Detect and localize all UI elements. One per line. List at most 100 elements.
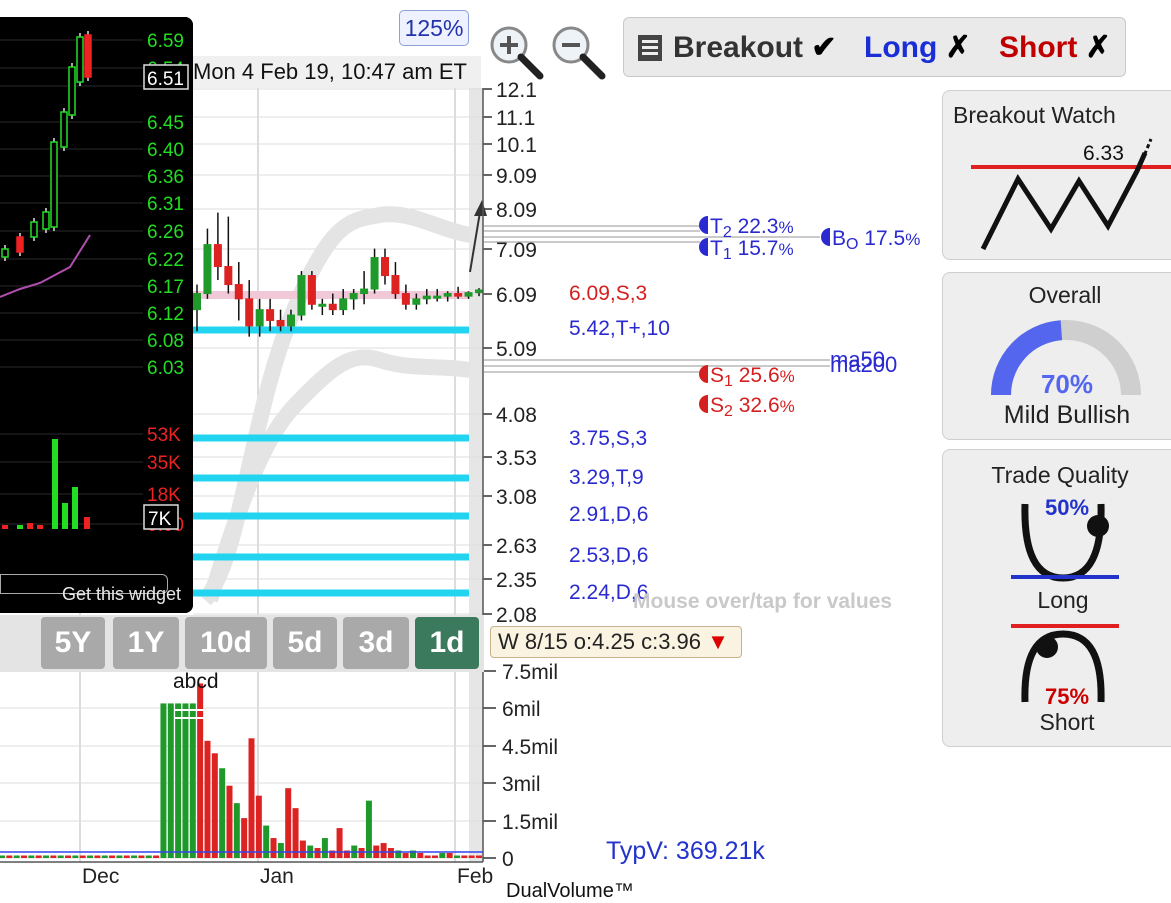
volume-bar <box>285 788 292 858</box>
trade-quality-panel[interactable]: Trade Quality 50% Long 75% Short <box>942 449 1171 747</box>
volume-bar <box>94 855 101 858</box>
candle-body <box>276 319 285 327</box>
breakout-check-icon: ✔ <box>811 31 837 64</box>
candle-body <box>245 298 254 327</box>
widget-volume-tick: 18K <box>147 485 181 506</box>
long-quality-label: Long <box>1037 587 1089 613</box>
candle-body <box>443 293 452 297</box>
zoom-in-icon[interactable] <box>487 24 545 82</box>
target-labels: T2 22.3%T1 15.7% BO 17.5%S1 25.6%S2 32.6%… <box>699 215 920 420</box>
candle-body <box>433 295 442 299</box>
range-button-1d[interactable]: 1d <box>415 617 479 669</box>
typical-volume: TypV: 369.21k <box>606 837 765 865</box>
candle-body <box>422 295 431 300</box>
breakout-watch-title: Breakout Watch <box>953 102 1116 128</box>
volume-bar <box>0 855 5 858</box>
volume-bar <box>43 855 50 858</box>
trade-quality-title: Trade Quality <box>991 462 1129 488</box>
short-quality-label: Short <box>1039 709 1095 735</box>
overall-title: Overall <box>1028 282 1102 308</box>
widget-price-tick: 6.59 <box>147 31 184 52</box>
widget-price-tick: 6.12 <box>147 304 184 325</box>
long-label: Long <box>864 31 938 64</box>
volume-bar <box>153 855 160 858</box>
widget-price-tick: 6.26 <box>147 222 184 243</box>
price-tick-label: 2.08 <box>496 604 537 627</box>
price-tick-label: 2.63 <box>496 535 537 558</box>
volume-bar <box>35 855 42 858</box>
widget-candle-body <box>30 221 38 238</box>
short-toggle[interactable]: Short ✗ <box>999 28 1111 68</box>
widget-volume-bar <box>72 487 78 529</box>
candle-body <box>307 275 316 305</box>
price-tick-label: 8.09 <box>496 199 537 222</box>
volume-bar <box>123 855 130 858</box>
candle-body <box>360 288 369 295</box>
candle-body <box>475 289 483 294</box>
list-icon[interactable] <box>637 34 663 62</box>
volume-bar <box>160 703 167 858</box>
volume-bar <box>138 855 145 858</box>
overall-label: Mild Bullish <box>1003 401 1131 429</box>
range-button-5d[interactable]: 5d <box>273 617 337 669</box>
widget-volume-bar <box>52 439 58 529</box>
volume-bar <box>402 853 409 858</box>
widget-candle-body <box>16 236 24 253</box>
widget-price-tick: 6.36 <box>147 167 184 188</box>
target-label: BO 17.5% <box>832 227 920 253</box>
signal-toolbar: Breakout ✔ Long ✗ Short ✗ <box>623 17 1126 77</box>
breakout-toggle[interactable]: Breakout ✔ <box>673 28 837 68</box>
zoom-level: 125% <box>399 10 469 46</box>
price-tick-label: 11.1 <box>496 107 535 130</box>
target-label: T1 15.7% <box>710 237 794 263</box>
widget-candle-body <box>76 36 84 83</box>
range-button-1y[interactable]: 1Y <box>113 617 179 669</box>
price-tick-label: 3.53 <box>496 447 537 470</box>
long-quality-percent: 50% <box>1044 495 1090 520</box>
zoom-out-icon[interactable] <box>549 24 607 82</box>
volume-bar <box>461 855 468 858</box>
volume-bar <box>299 840 306 858</box>
overall-panel[interactable]: Overall 70% Mild Bullish <box>942 272 1171 440</box>
volume-bar <box>101 855 108 858</box>
short-quality-percent: 75% <box>1044 684 1090 709</box>
volume-bar <box>167 703 174 858</box>
get-widget-link[interactable]: Get this widget <box>62 584 181 605</box>
volume-series <box>0 683 482 858</box>
volume-bar <box>226 785 233 858</box>
breakout-pattern-icon: 6.33 <box>971 138 1171 251</box>
price-tick-label: 2.35 <box>496 569 537 592</box>
widget-candle-body <box>68 66 76 116</box>
long-toggle[interactable]: Long ✗ <box>864 28 971 68</box>
volume-bar <box>263 825 270 858</box>
current-period-band-volume <box>469 672 483 862</box>
volume-bar <box>446 853 453 858</box>
overall-percent: 70% <box>1040 369 1094 399</box>
range-button-3d[interactable]: 3d <box>343 617 409 669</box>
x-axis-label: Jan <box>260 865 294 888</box>
widget-volume-tick: 35K <box>147 453 181 474</box>
widget-candle-body <box>84 34 92 78</box>
target-marker-icon <box>821 228 830 246</box>
candle-body <box>349 293 358 300</box>
intraday-widget[interactable]: 6.596.546.456.406.366.316.266.226.176.12… <box>0 17 193 613</box>
range-button-10d[interactable]: 10d <box>185 617 267 669</box>
candle-body <box>213 244 222 268</box>
price-tick-label: 4.08 <box>496 404 537 427</box>
candle-body <box>203 244 212 295</box>
widget-price-tick: 6.40 <box>147 140 184 161</box>
breakout-watch-panel[interactable]: Breakout Watch 6.33 <box>942 90 1171 260</box>
range-button-5y[interactable]: 5Y <box>41 617 105 669</box>
breakout-label: Breakout <box>673 31 804 64</box>
volume-bar <box>65 855 72 858</box>
level-label: 5.42,T+,10 <box>569 317 670 340</box>
candle-body <box>255 309 264 327</box>
volume-bar <box>219 768 226 858</box>
long-cross-icon: ✗ <box>945 31 971 64</box>
volume-tick-label: 7.5mil <box>502 661 558 684</box>
widget-volume-bar <box>37 525 43 529</box>
volume-bar <box>204 740 211 858</box>
widget-price-tick: 6.22 <box>147 250 184 271</box>
level-label: 2.53,D,6 <box>569 544 648 567</box>
volume-bar <box>6 855 13 858</box>
